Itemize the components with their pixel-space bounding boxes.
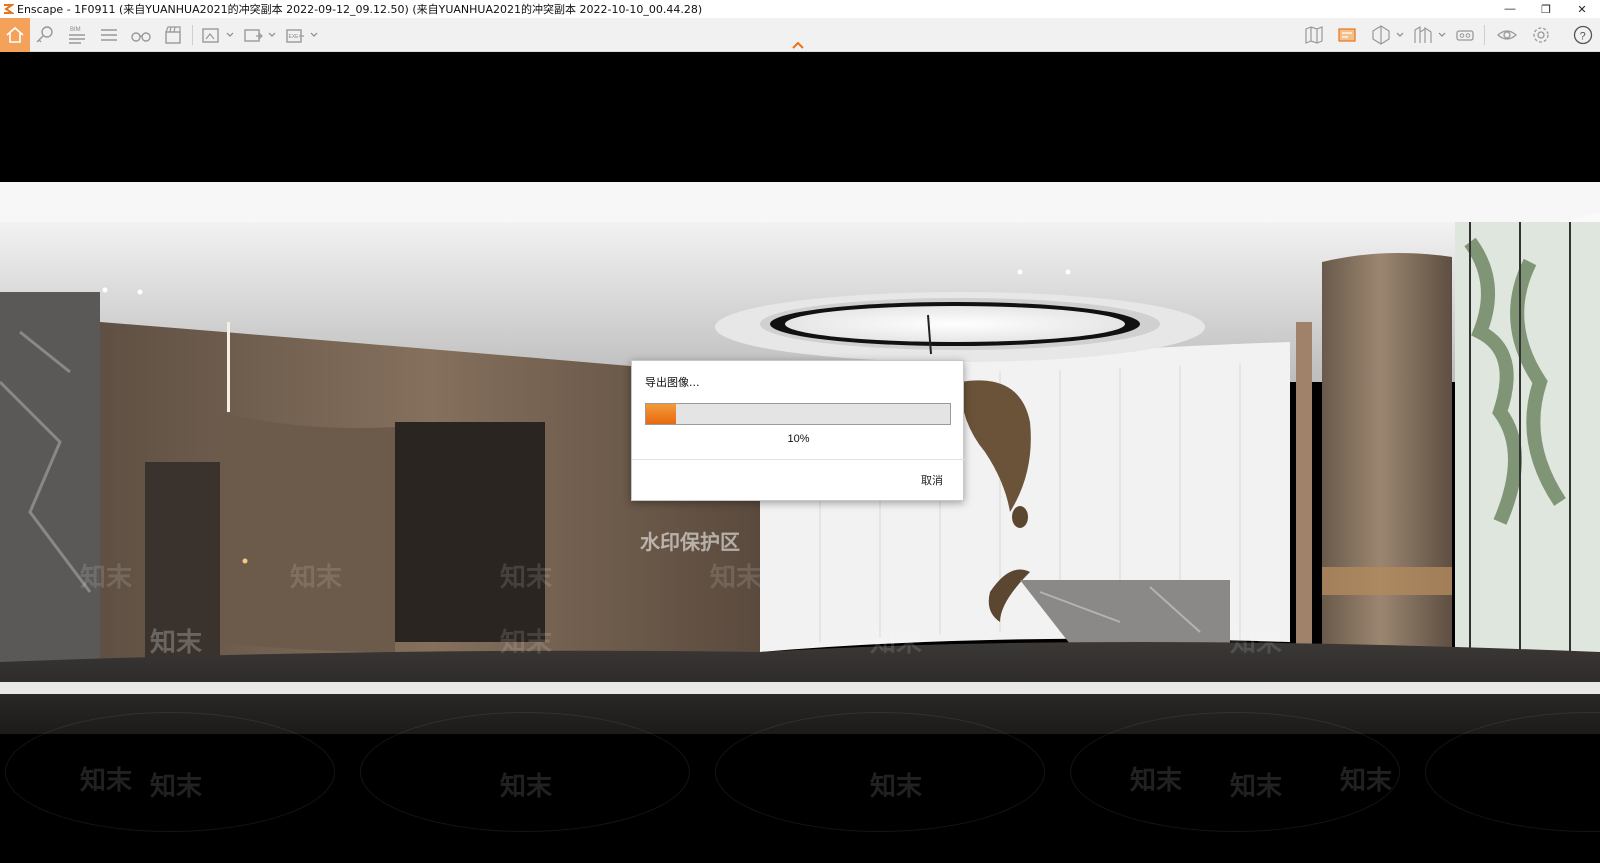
restore-button[interactable]: ❐ xyxy=(1528,0,1564,18)
clapperboard-icon xyxy=(165,26,181,44)
settings-list-button[interactable] xyxy=(94,18,124,52)
export-exe-icon: EXE xyxy=(286,29,304,43)
section-icon xyxy=(1372,25,1390,45)
watermark-text: 知末 xyxy=(500,563,553,593)
exe-options-chevron-down-icon[interactable] xyxy=(310,30,318,40)
binoculars-icon xyxy=(131,32,151,42)
export-panorama-button[interactable] xyxy=(238,18,268,52)
screenshot-options-chevron-down-icon[interactable] xyxy=(226,30,234,40)
screenshot-button[interactable] xyxy=(196,18,226,52)
export-progress-bar xyxy=(645,403,951,425)
watermark-ring xyxy=(360,712,690,832)
main-toolbar: BIM EXE ? xyxy=(0,18,1600,52)
minimize-button[interactable]: — xyxy=(1492,0,1528,18)
progress-percent-label: 10% xyxy=(787,433,810,445)
watermark-text: 知末 xyxy=(290,563,343,593)
settings-list-icon xyxy=(101,29,117,41)
view-management-button[interactable] xyxy=(30,18,60,52)
watermark-protect-text: 水印保护区 xyxy=(640,530,740,554)
home-button[interactable] xyxy=(0,18,30,52)
watermark-text: 知末 xyxy=(500,628,553,658)
watermark-text: 知末 xyxy=(80,563,133,593)
home-icon xyxy=(6,26,24,43)
mini-map-icon xyxy=(1338,28,1356,42)
section-options-chevron-down-icon[interactable] xyxy=(1396,30,1404,40)
watermark-text: 知末 xyxy=(1230,628,1283,658)
watermark-ring xyxy=(5,712,335,832)
watermark-text: 知末 xyxy=(150,628,203,658)
screenshot-icon xyxy=(202,28,219,43)
asset-options-chevron-down-icon[interactable] xyxy=(1438,30,1446,40)
walk-mode-button[interactable] xyxy=(126,18,156,52)
title-bar: Enscape - 1F0911 (来自YUANHUA2021的冲突副本 202… xyxy=(0,0,1600,18)
cancel-button[interactable]: 取消 xyxy=(921,472,943,488)
window-controls: — ❐ ✕ xyxy=(1492,0,1600,18)
help-button[interactable]: ? xyxy=(1568,18,1598,52)
export-image-dialog: 导出图像... 10% 取消 xyxy=(631,360,965,501)
mini-map-button[interactable] xyxy=(1332,18,1362,52)
watermark-text: 知末 xyxy=(710,563,763,593)
enscape-logo-icon xyxy=(4,4,14,14)
bim-button[interactable]: BIM xyxy=(62,18,92,52)
visibility-button[interactable] xyxy=(1492,18,1522,52)
vr-headset-button[interactable] xyxy=(1450,18,1480,52)
gear-icon xyxy=(1533,27,1549,43)
asset-library-button[interactable] xyxy=(1408,18,1438,52)
map-button[interactable] xyxy=(1299,18,1329,52)
dialog-title: 导出图像... xyxy=(645,376,700,389)
watermark-ring xyxy=(1070,712,1400,832)
exe-label: EXE xyxy=(289,34,300,40)
export-options-chevron-down-icon[interactable] xyxy=(268,30,276,40)
export-exe-button[interactable]: EXE xyxy=(280,18,310,52)
section-button[interactable] xyxy=(1366,18,1396,52)
toolbar-separator xyxy=(192,25,193,45)
watermark-text: 知末 xyxy=(870,628,923,658)
close-button[interactable]: ✕ xyxy=(1564,0,1600,18)
view-management-icon xyxy=(36,26,53,43)
export-panorama-icon xyxy=(244,29,263,42)
help-label: ? xyxy=(1580,31,1586,43)
settings-button[interactable] xyxy=(1526,18,1556,52)
asset-library-icon xyxy=(1414,25,1432,43)
dialog-divider xyxy=(632,459,965,460)
bim-icon: BIM xyxy=(69,27,85,44)
watermark-ring xyxy=(715,712,1045,832)
help-icon: ? xyxy=(1573,25,1593,45)
visibility-icon xyxy=(1497,30,1517,40)
map-icon xyxy=(1305,26,1323,44)
collapse-toolbar-chevron-up-icon[interactable] xyxy=(790,39,806,51)
progress-fill xyxy=(646,404,677,424)
video-editor-button[interactable] xyxy=(158,18,188,52)
viewport-white-strip xyxy=(0,682,1600,694)
bim-label: BIM xyxy=(70,27,81,33)
window-title: Enscape - 1F0911 (来自YUANHUA2021的冲突副本 202… xyxy=(17,3,703,16)
vr-headset-icon xyxy=(1456,30,1474,41)
toolbar-separator xyxy=(1484,25,1485,45)
